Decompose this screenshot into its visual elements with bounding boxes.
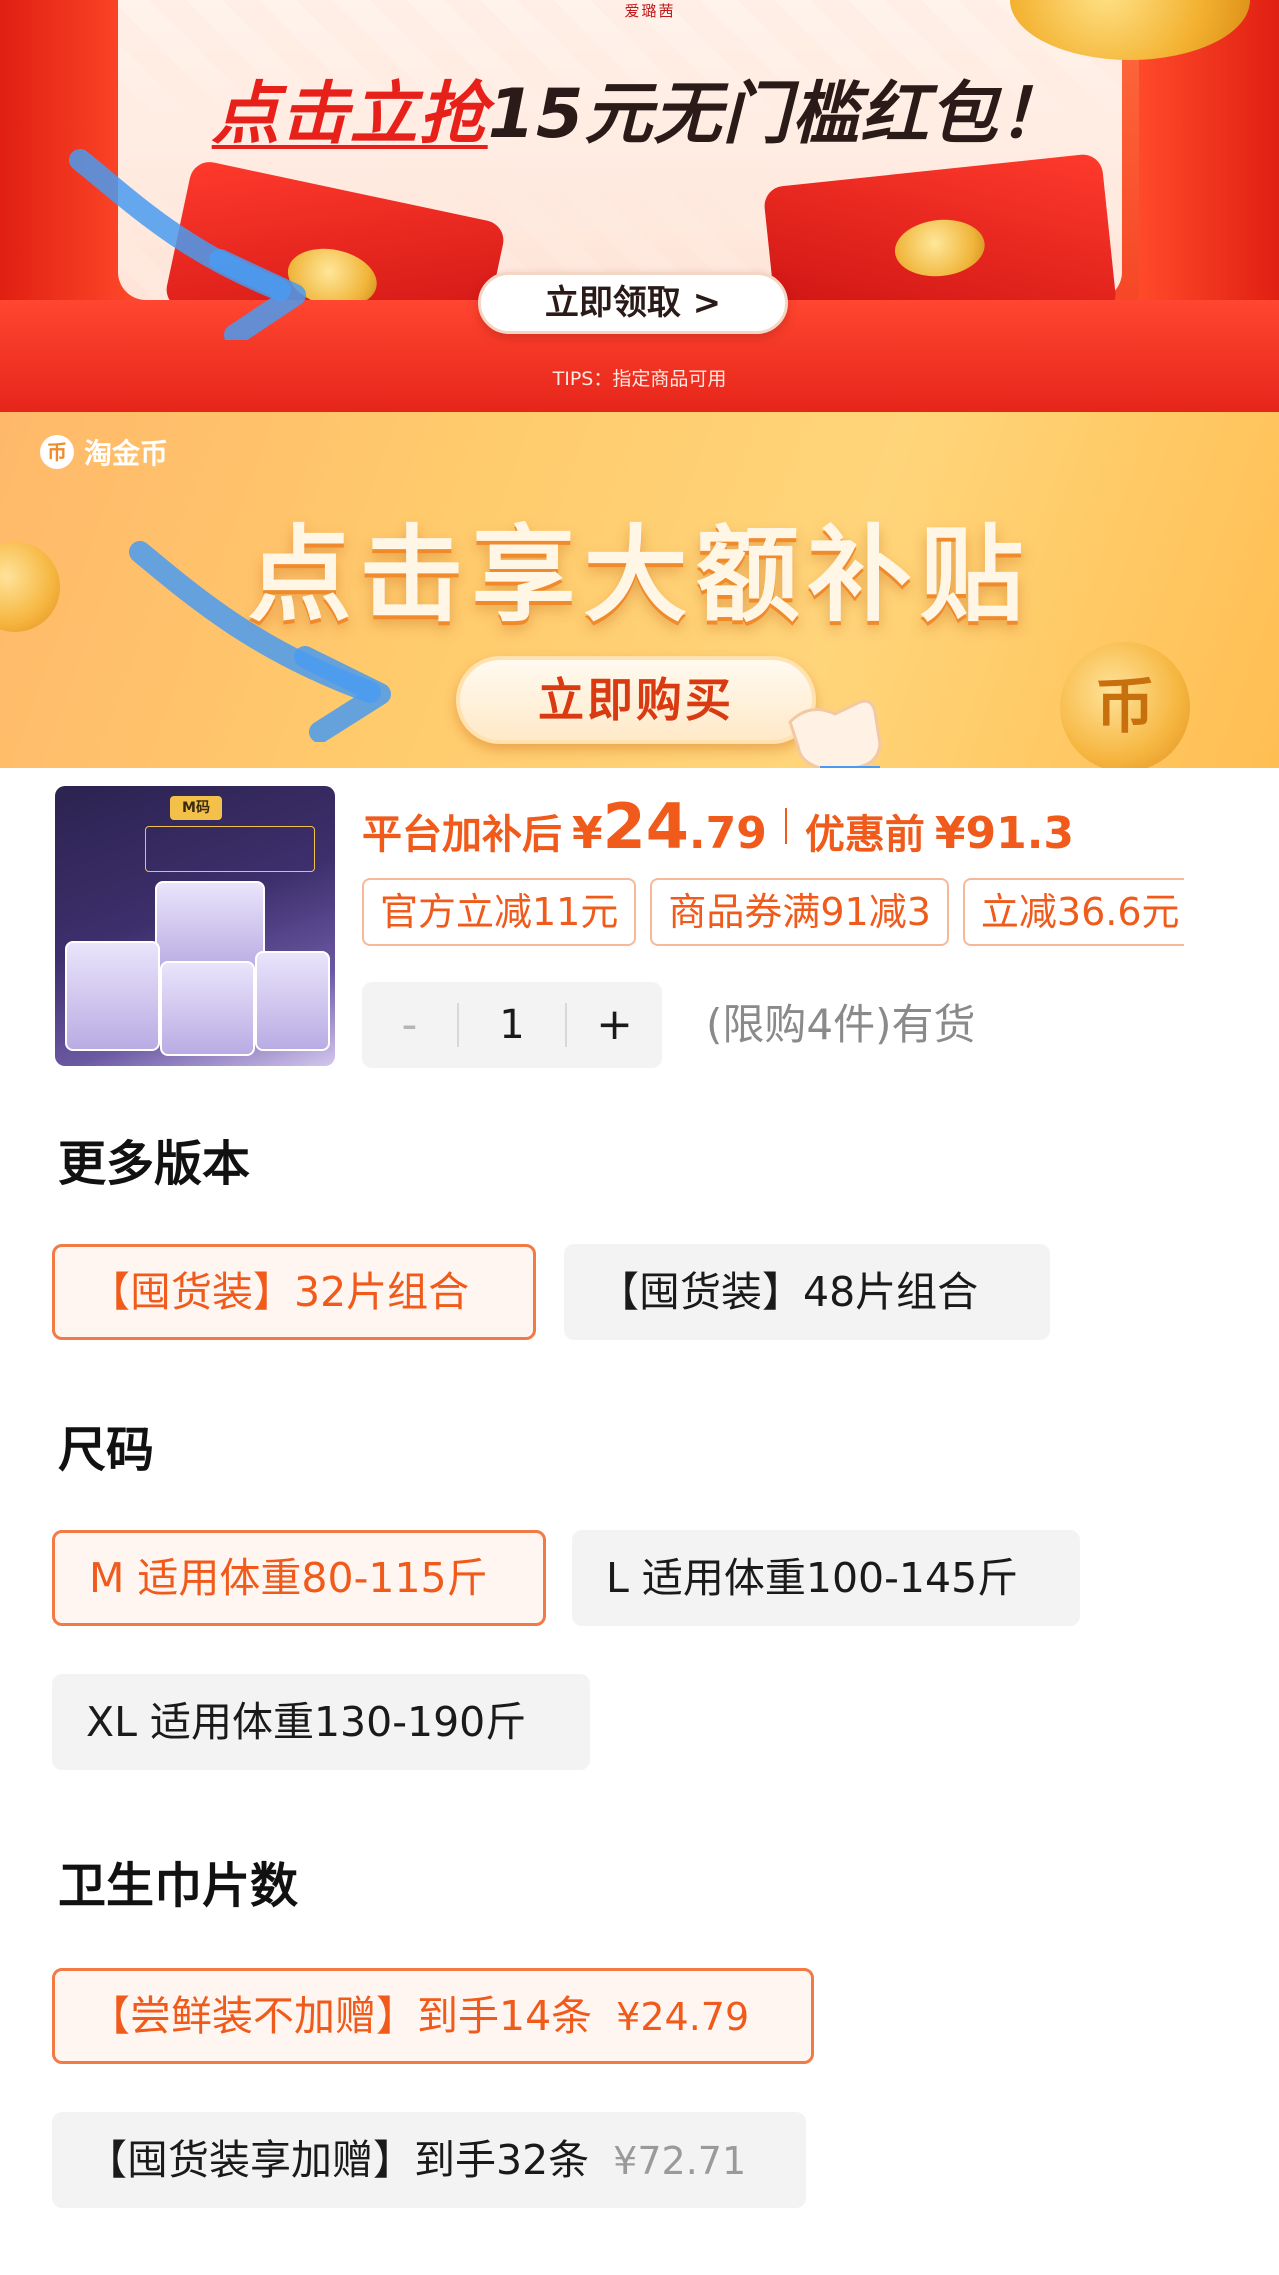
version-option-32[interactable]: 【囤货装】32片组合 bbox=[52, 1244, 536, 1340]
product-pack-image bbox=[155, 881, 265, 971]
price-label: 平台加补后 bbox=[362, 812, 562, 858]
taojinbi-logo: 币 淘金币 bbox=[40, 432, 168, 472]
thumb-size-tag: M码 bbox=[170, 796, 222, 820]
buy-now-button[interactable]: 立即购买 bbox=[456, 656, 816, 744]
size-option-xl[interactable]: XL 适用体重130-190斤 bbox=[52, 1674, 590, 1770]
brand-logo-text: 爱璐茜 bbox=[624, 2, 676, 20]
quantity-decrease-button[interactable]: - bbox=[362, 982, 457, 1068]
blue-arrow-icon bbox=[69, 149, 306, 340]
quantity-increase-button[interactable]: + bbox=[567, 982, 662, 1068]
envelope-seal bbox=[892, 215, 988, 281]
original-price-label: 优惠前 bbox=[804, 812, 925, 858]
count-option-label: 【囤货装享加赠】到手32条 bbox=[86, 2136, 590, 2184]
version-option-48[interactable]: 【囤货装】48片组合 bbox=[564, 1244, 1050, 1340]
quantity-stepper: - 1 + bbox=[362, 982, 662, 1068]
section-title-count: 卫生巾片数 bbox=[58, 1858, 299, 1914]
stock-status: (限购4件)有货 bbox=[706, 1000, 976, 1049]
price-decimal: .79 bbox=[688, 808, 767, 859]
banner-tips: TIPS：指定商品可用 bbox=[552, 368, 727, 390]
count-option-price: ¥72.71 bbox=[613, 2139, 747, 2183]
product-thumbnail[interactable]: M码 bbox=[55, 786, 335, 1066]
product-pack-image bbox=[65, 941, 160, 1051]
product-pack-image bbox=[160, 961, 255, 1056]
price-integer: 24 bbox=[602, 790, 689, 863]
subsidy-banner[interactable]: 币 淘金币 点击享大额补贴 立即购买 币 bbox=[0, 412, 1279, 768]
promo-tag[interactable]: 立减36.6元 bbox=[962, 878, 1184, 946]
taojinbi-label: 淘金币 bbox=[84, 437, 169, 470]
pointing-hand-icon bbox=[788, 699, 882, 768]
promo-tag[interactable]: 商品券满91减3 bbox=[650, 878, 949, 946]
price-row: 平台加补后 ¥ 24 .79 优惠前 ¥91.3 bbox=[362, 790, 1075, 863]
promo-tags: 官方立减11元 商品券满91减3 立减36.6元 bbox=[362, 878, 1184, 946]
size-option-l[interactable]: L 适用体重100-145斤 bbox=[572, 1530, 1080, 1626]
product-pack-image bbox=[255, 951, 330, 1051]
count-option-price: ¥24.79 bbox=[616, 1995, 750, 2039]
blue-arrow-icon bbox=[129, 541, 391, 742]
quantity-value[interactable]: 1 bbox=[457, 1003, 567, 1047]
red-packet-banner[interactable]: 爱璐茜 点击立抢15元无门槛红包！ 立即领取 > TIPS：指定商品可用 bbox=[0, 0, 1279, 412]
count-option-14[interactable]: 【尝鲜装不加赠】到手14条 ¥24.79 bbox=[52, 1968, 814, 2064]
thumb-label-box bbox=[145, 826, 315, 872]
coin-decoration-right: 币 bbox=[1060, 642, 1190, 768]
headline-rest: 15元无门槛红包！ bbox=[487, 75, 1068, 154]
size-option-m[interactable]: M 适用体重80-115斤 bbox=[52, 1530, 546, 1626]
currency-symbol: ¥ bbox=[572, 808, 603, 859]
section-title-versions: 更多版本 bbox=[58, 1136, 251, 1192]
original-price: ¥91.3 bbox=[934, 808, 1075, 859]
claim-now-button[interactable]: 立即领取 > bbox=[478, 272, 788, 334]
section-title-size: 尺码 bbox=[58, 1422, 155, 1478]
coin-icon: 币 bbox=[40, 435, 74, 469]
count-option-label: 【尝鲜装不加赠】到手14条 bbox=[89, 1992, 593, 2040]
promo-tag[interactable]: 官方立减11元 bbox=[362, 878, 637, 946]
price-divider bbox=[784, 808, 787, 844]
count-option-32[interactable]: 【囤货装享加赠】到手32条 ¥72.71 bbox=[52, 2112, 806, 2208]
